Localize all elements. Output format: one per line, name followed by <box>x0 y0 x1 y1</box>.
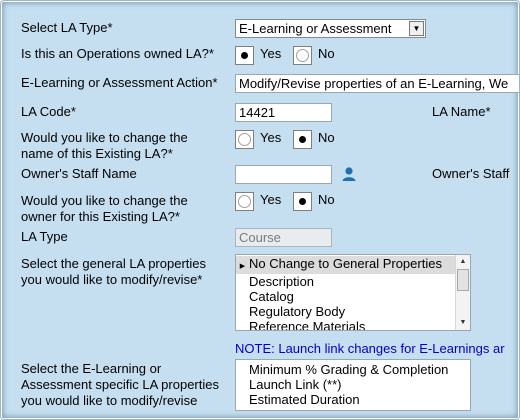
la-code-input[interactable]: 14421 <box>235 103 332 122</box>
change-owner-label-line2: owner for this Existing LA?* <box>21 209 180 224</box>
person-search-icon[interactable] <box>340 165 358 183</box>
change-name-no-radio[interactable] <box>293 130 312 149</box>
specific-props-label-line1: Select the E-Learning or <box>21 361 162 376</box>
la-type-field-input: Course <box>235 228 332 247</box>
change-owner-yes-label: Yes <box>260 192 282 207</box>
change-name-yes-radio[interactable] <box>235 130 254 149</box>
action-label: E-Learning or Assessment Action* <box>21 75 218 90</box>
change-name-label-line1: Would you like to change the <box>21 130 188 145</box>
list-item[interactable]: Minimum % Grading & Completion <box>236 362 470 377</box>
owner-staff-name-label: Owner's Staff Name <box>21 166 137 181</box>
ops-owned-yes-radio[interactable] <box>235 46 254 65</box>
form-panel: Select LA Type* E-Learning or Assessment… <box>0 0 520 420</box>
chevron-down-icon[interactable]: ▼ <box>409 21 424 36</box>
ops-owned-yes-label: Yes <box>260 46 282 61</box>
change-name-label-line2: name of this Existing LA?* <box>21 146 173 161</box>
list-item[interactable]: Launch Link (**) <box>236 377 470 392</box>
change-owner-label-line1: Would you like to change the <box>21 193 188 208</box>
la-type-value: E-Learning or Assessment <box>239 21 392 36</box>
scroll-thumb[interactable] <box>457 269 469 291</box>
change-name-yes-label: Yes <box>260 130 282 145</box>
list-item[interactable]: Catalog <box>236 289 470 304</box>
list-item[interactable]: ▶ No Change to General Properties <box>236 256 470 274</box>
ops-owned-no-radio[interactable] <box>293 46 312 65</box>
la-code-label: LA Code* <box>21 104 76 119</box>
owner-staff-right-label: Owner's Staff <box>432 166 510 181</box>
general-props-label-line1: Select the general LA properties <box>21 256 207 271</box>
ops-owned-label: Is this an Operations owned LA?* <box>21 46 214 61</box>
specific-props-listbox[interactable]: Minimum % Grading & Completion Launch Li… <box>235 359 471 411</box>
specific-props-label-line3: you would like to modify/revise <box>21 393 198 408</box>
la-name-label: LA Name* <box>432 104 491 119</box>
launch-link-note: NOTE: Launch link changes for E-Learning… <box>235 341 505 356</box>
scroll-up-icon[interactable]: ▲ <box>456 255 470 269</box>
owner-staff-name-input[interactable] <box>235 165 332 184</box>
caret-right-icon: ▶ <box>239 263 246 270</box>
list-item[interactable]: Reference Materials <box>236 319 470 330</box>
la-type-label: Select LA Type* <box>21 20 113 35</box>
la-type-field-label: LA Type <box>21 229 68 244</box>
general-props-listbox[interactable]: ▶ No Change to General Properties Descrip… <box>235 254 471 331</box>
change-owner-no-radio[interactable] <box>293 192 312 211</box>
action-select[interactable]: Modify/Revise properties of an E-Learnin… <box>235 74 519 93</box>
ops-owned-no-label: No <box>318 46 335 61</box>
change-owner-no-label: No <box>318 192 335 207</box>
general-props-label-line2: you would like to modify/revise* <box>21 272 203 287</box>
change-name-no-label: No <box>318 130 335 145</box>
list-item[interactable]: Estimated Duration <box>236 392 470 407</box>
scroll-down-icon[interactable]: ▼ <box>456 316 470 330</box>
listbox-scrollbar[interactable]: ▲ ▼ <box>455 255 470 330</box>
list-item[interactable]: Description <box>236 274 470 289</box>
specific-props-label-line2: Assessment specific LA properties <box>21 377 219 392</box>
list-item[interactable]: Regulatory Body <box>236 304 470 319</box>
la-type-select[interactable]: E-Learning or Assessment ▼ <box>235 19 426 38</box>
change-owner-yes-radio[interactable] <box>235 192 254 211</box>
